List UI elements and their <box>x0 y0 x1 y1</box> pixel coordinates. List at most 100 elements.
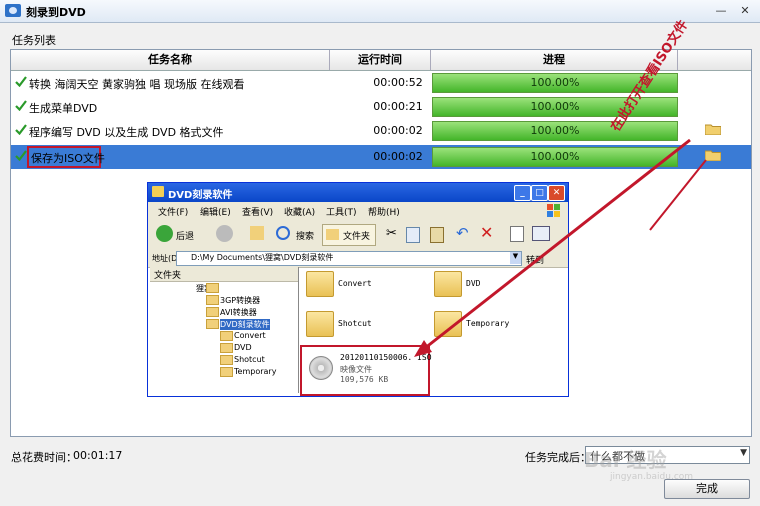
folder-label: Temporary <box>466 319 510 328</box>
forward-icon <box>216 225 233 242</box>
windows-logo-icon <box>546 203 562 218</box>
back-label: 后退 <box>176 232 195 242</box>
menu-item: 编辑(E) <box>200 208 231 218</box>
undo-icon: ↶ <box>456 224 469 242</box>
watermark-url: jingyan.baidu.com <box>610 472 694 482</box>
chevron-down-icon: ▼ <box>740 448 747 458</box>
column-time-header[interactable]: 运行时间 <box>330 50 431 70</box>
explorer-toolbar: 后退 搜索 文件夹 ✂ ↶ ✕ <box>148 220 568 251</box>
task-list-label: 任务列表 <box>12 34 56 47</box>
folder-tree: 文件夹 狸窝 3GP转换器 AVI转换器 DVD刻录软件 Convert DVD… <box>150 267 299 393</box>
total-time-value: 00:01:17 <box>73 449 123 462</box>
explorer-address-bar: 地址(D) D:\My Documents\狸窝\DVD刻录软件 ▼ 转到 <box>148 250 568 268</box>
done-button[interactable]: 完成 <box>664 479 750 499</box>
tree-item-selected: DVD刻录软件 <box>220 319 270 330</box>
folder-label: Shotcut <box>338 319 372 328</box>
folder-icon <box>206 283 219 293</box>
task-time: 00:00:02 <box>373 124 423 137</box>
total-time-label: 总花费时间： <box>11 451 77 464</box>
search-label: 搜索 <box>296 232 315 242</box>
folder-icon <box>206 295 219 305</box>
tree-item: AVI转换器 <box>220 308 257 317</box>
window-title: 刻录到DVD <box>26 6 86 19</box>
task-table: 任务名称 运行时间 进程 转换 海阔天空 黄家驹独 唱 现场版 在线观看 00:… <box>10 49 752 437</box>
cut-icon: ✂ <box>386 226 397 241</box>
iso-file-name: 20120110150006. ISO <box>340 353 432 362</box>
tree-item: 3GP转换器 <box>220 296 261 305</box>
task-name: 生成菜单DVD <box>29 102 98 115</box>
go-label: 转到 <box>526 256 545 266</box>
check-icon <box>15 124 27 135</box>
column-name-header[interactable]: 任务名称 <box>11 50 330 70</box>
tree-item: Convert <box>234 331 266 340</box>
close-button[interactable]: ✕ <box>737 3 753 19</box>
task-time: 00:00:52 <box>373 76 423 89</box>
folder-icon <box>220 355 233 365</box>
explorer-menu-bar: 文件(F) 编辑(E) 查看(V) 收藏(A) 工具(T) 帮助(H) <box>148 202 568 221</box>
table-row[interactable]: 程序编写 DVD 以及生成 DVD 格式文件 00:00:02 100.00% <box>11 119 751 143</box>
menu-item: 工具(T) <box>326 208 357 218</box>
paste-icon <box>430 227 444 243</box>
progress-value: 100.00% <box>530 150 580 163</box>
app-icon <box>5 4 21 17</box>
menu-item: 帮助(H) <box>368 208 400 218</box>
address-dropdown-icon: ▼ <box>510 252 521 264</box>
check-icon <box>15 76 27 87</box>
folder-icon <box>220 343 233 353</box>
folder-icon <box>206 307 219 317</box>
progress-bar: 100.00% <box>432 121 678 141</box>
task-time: 00:00:21 <box>373 100 423 113</box>
address-value: D:\My Documents\狸窝\DVD刻录软件 <box>191 253 334 262</box>
folder-tree-title: 文件夹 <box>154 271 182 281</box>
folder-label: Convert <box>338 279 372 288</box>
title-bar: 刻录到DVD — ✕ <box>0 0 760 23</box>
explorer-title-bar: DVD刻录软件 _ □ ✕ <box>148 183 568 202</box>
task-name: 程序编写 DVD 以及生成 DVD 格式文件 <box>29 126 224 139</box>
folder-icon <box>306 311 334 337</box>
folder-icon <box>434 271 462 297</box>
tree-item: Temporary <box>234 367 277 376</box>
folder-icon <box>220 331 233 341</box>
explorer-screenshot: DVD刻录软件 _ □ ✕ 文件(F) 编辑(E) 查看(V) 收藏(A) 工具… <box>147 182 569 397</box>
task-time: 00:00:02 <box>373 150 423 163</box>
disc-image-icon <box>309 356 333 380</box>
menu-item: 文件(F) <box>158 208 189 218</box>
after-finish-label: 任务完成后： <box>525 451 591 464</box>
open-folder-icon[interactable] <box>704 149 722 162</box>
table-row-selected[interactable]: 保存为ISO文件 00:00:02 100.00% <box>11 145 751 169</box>
menu-item: 收藏(A) <box>284 208 316 218</box>
delete-icon: ✕ <box>480 223 494 242</box>
properties-icon <box>510 226 524 242</box>
tree-item: DVD <box>234 343 252 352</box>
iso-file-size: 109,576 KB <box>340 375 389 384</box>
watermark: Bai 经验 <box>584 448 667 472</box>
folder-tree-header: 文件夹 <box>150 267 298 282</box>
folder-icon <box>306 271 334 297</box>
iso-file-type: 映像文件 <box>340 365 372 374</box>
folder-label: DVD <box>466 279 481 288</box>
menu-item: 查看(V) <box>242 208 274 218</box>
check-icon <box>15 100 27 111</box>
folder-icon <box>220 367 233 377</box>
explorer-close-icon: ✕ <box>548 185 565 201</box>
check-icon <box>15 150 27 161</box>
folders-label: 文件夹 <box>343 232 371 242</box>
open-folder-icon[interactable] <box>704 123 722 136</box>
task-name: 转换 海阔天空 黄家驹独 唱 现场版 在线观看 <box>29 78 245 91</box>
tree-item: Shotcut <box>234 355 265 364</box>
explorer-title: DVD刻录软件 <box>168 190 233 201</box>
views-icon <box>532 226 550 241</box>
explorer-minimize-icon: _ <box>514 185 531 201</box>
folder-icon <box>434 311 462 337</box>
folders-toggle: 文件夹 <box>322 224 376 246</box>
iso-file-highlight: 20120110150006. ISO 映像文件 109,576 KB <box>300 345 432 396</box>
back-icon <box>156 225 173 242</box>
address-field: D:\My Documents\狸窝\DVD刻录软件 <box>176 251 522 266</box>
task-name: 保存为ISO文件 <box>31 152 105 165</box>
up-folder-icon <box>250 226 264 240</box>
folder-icon <box>152 186 164 197</box>
progress-bar: 100.00% <box>432 147 678 167</box>
minimize-button[interactable]: — <box>713 3 729 19</box>
search-icon <box>276 226 290 240</box>
folders-icon <box>326 229 339 240</box>
